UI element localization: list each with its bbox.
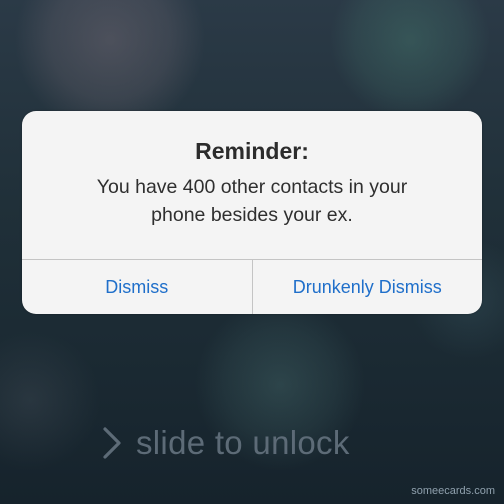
drunkenly-dismiss-button[interactable]: Drunkenly Dismiss [251, 260, 483, 314]
watermark: someecards.com [411, 485, 495, 497]
alert-message-line-1: You have 400 other contacts in your [96, 176, 408, 198]
slide-to-unlock-label: slide to unlock [136, 424, 350, 461]
alert-button-row: Dismiss Drunkenly Dismiss [22, 259, 482, 314]
alert-message: You have 400 other contacts in your phon… [42, 173, 462, 229]
alert-title: Reminder: [195, 138, 309, 164]
alert-message-line-2: phone besides your ex. [151, 204, 353, 226]
chevron-right-icon [103, 427, 121, 459]
slide-to-unlock-slider[interactable]: slide to unlock [100, 418, 350, 468]
reminder-alert: Reminder: You have 400 other contacts in… [22, 111, 482, 314]
lock-screen-background: Reminder: You have 400 other contacts in… [0, 0, 504, 504]
dismiss-button[interactable]: Dismiss [22, 260, 252, 314]
